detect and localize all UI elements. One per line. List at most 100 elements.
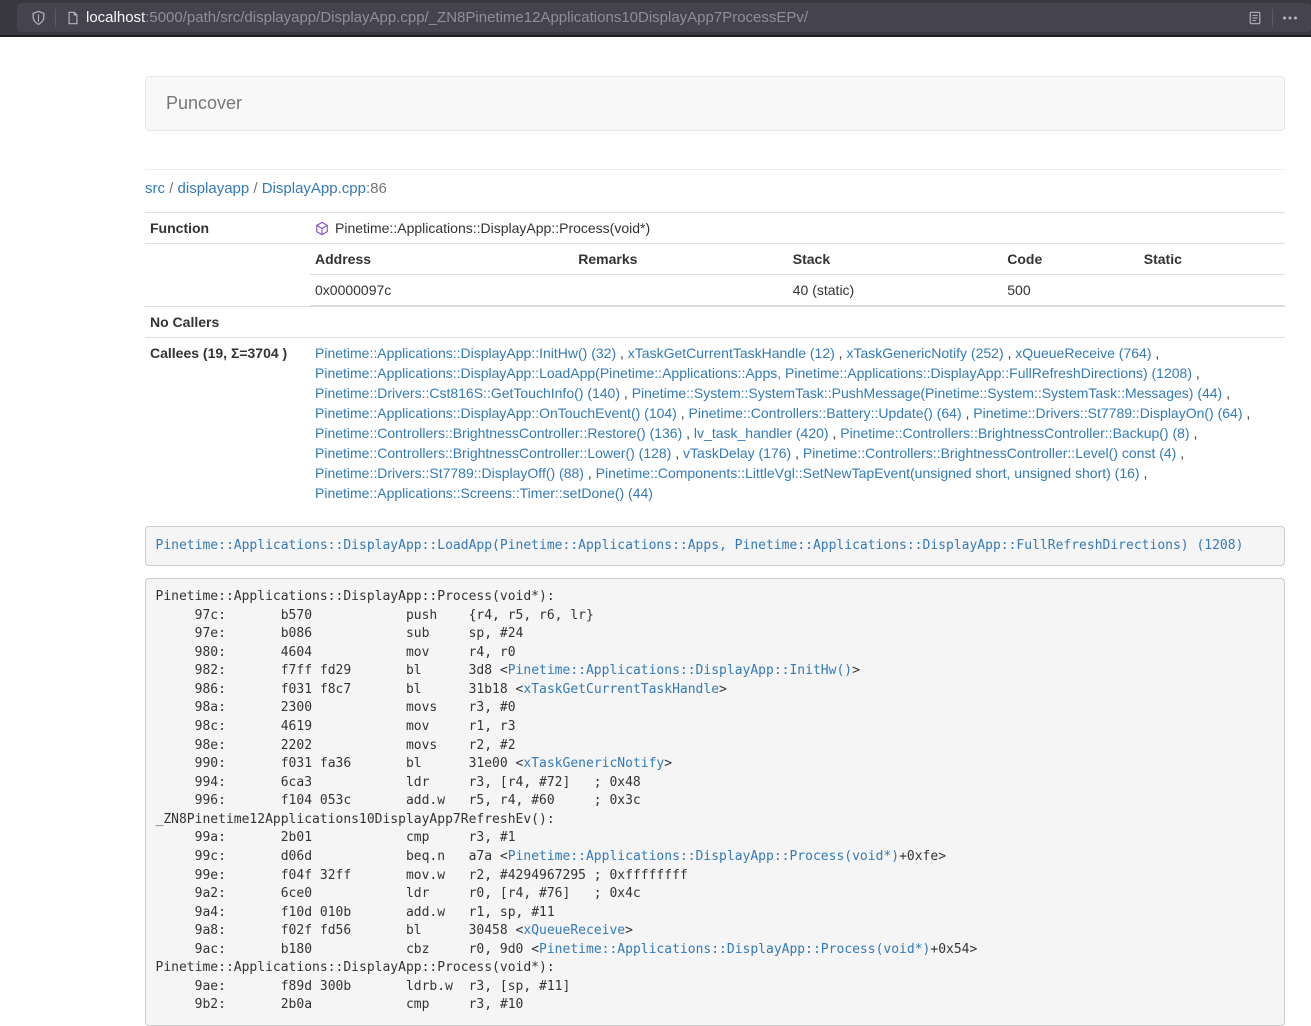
package-cube-icon <box>315 221 329 236</box>
code-line: 994: 6ca3 ldr r3, [r4, #72] ; 0x48 <box>156 774 1275 793</box>
callee-link[interactable]: Pinetime::Controllers::BrightnessControl… <box>315 445 671 461</box>
more-options-icon[interactable] <box>1277 4 1303 32</box>
callee-link[interactable]: xTaskGetCurrentTaskHandle (12) <box>628 345 835 361</box>
code-line: 9a8: f02f fd56 bl 30458 <xQueueReceive> <box>156 922 1275 941</box>
callee-link[interactable]: Pinetime::Applications::DisplayApp::OnTo… <box>315 405 677 421</box>
page-container: Puncover src / displayapp / DisplayApp.c… <box>145 76 1285 1026</box>
puncover-brand[interactable]: Puncover <box>146 77 257 130</box>
code-text: > <box>852 663 860 678</box>
code-line: 9a2: 6ce0 ldr r0, [r4, #76] ; 0x4c <box>156 885 1275 904</box>
app-navbar: Puncover <box>145 76 1285 131</box>
code-symbol-link[interactable]: xTaskGenericNotify <box>523 756 664 771</box>
callee-separator: , <box>791 445 803 461</box>
callee-link[interactable]: xTaskGenericNotify (252) <box>846 345 1003 361</box>
stats-row: AddressRemarksStackCodeStatic 0x0000097c… <box>145 244 1285 307</box>
stat-value-static <box>1139 275 1285 306</box>
code-text: 996: f104 053c add.w r5, r4, #60 ; 0x3c <box>156 793 641 808</box>
callee-link[interactable]: Pinetime::Drivers::St7789::DisplayOn() (… <box>973 405 1242 421</box>
code-line: 97c: b570 push {r4, r5, r6, lr} <box>156 607 1275 626</box>
callee-link[interactable]: Pinetime::Controllers::BrightnessControl… <box>315 425 682 441</box>
reader-view-icon[interactable] <box>1242 4 1268 32</box>
callees-row: Callees (19, Σ=3704 ) Pinetime::Applicat… <box>145 338 1285 509</box>
code-text: 99c: d06d beq.n a7a < <box>156 849 508 864</box>
highlighted-callee-box: Pinetime::Applications::DisplayApp::Load… <box>145 526 1285 566</box>
url-bar[interactable]: localhost:5000/path/src/displayapp/Displ… <box>17 3 1311 32</box>
breadcrumb-separator: / <box>249 180 262 197</box>
callee-separator: , <box>1151 345 1159 361</box>
callee-link[interactable]: Pinetime::Applications::Screens::Timer::… <box>315 485 653 501</box>
callee-link[interactable]: Pinetime::Controllers::Battery::Update()… <box>689 405 962 421</box>
stats-value-row: 0x0000097c40 (static)500 <box>310 275 1285 306</box>
code-text: _ZN8Pinetime12Applications10DisplayApp7R… <box>156 812 555 827</box>
callee-link[interactable]: Pinetime::Applications::DisplayApp::Init… <box>315 345 616 361</box>
code-line: 990: f031 fa36 bl 31e00 <xTaskGenericNot… <box>156 755 1275 774</box>
breadcrumb-link[interactable]: DisplayApp.cpp <box>262 180 366 197</box>
code-text: +0x54> <box>930 942 977 957</box>
callee-link[interactable]: xQueueReceive (764) <box>1015 345 1151 361</box>
code-text: Pinetime::Applications::DisplayApp::Proc… <box>156 960 555 975</box>
callees-label: Callees (19, Σ=3704 ) <box>145 338 310 509</box>
code-text: 990: f031 fa36 bl 31e00 < <box>156 756 524 771</box>
code-text: 982: f7ff fd29 bl 3d8 < <box>156 663 508 678</box>
browser-toolbar: localhost:5000/path/src/displayapp/Displ… <box>0 0 1311 37</box>
callee-separator: , <box>962 405 974 421</box>
code-symbol-link[interactable]: xTaskGetCurrentTaskHandle <box>523 682 719 697</box>
code-text: 9a4: f10d 010b add.w r1, sp, #11 <box>156 905 555 920</box>
code-line: 996: f104 053c add.w r5, r4, #60 ; 0x3c <box>156 792 1275 811</box>
breadcrumb-line-number: :86 <box>366 180 387 197</box>
callee-link[interactable]: lv_task_handler (420) <box>694 425 829 441</box>
code-line: 9ac: b180 cbz r0, 9d0 <Pinetime::Applica… <box>156 941 1275 960</box>
code-line: 9a4: f10d 010b add.w r1, sp, #11 <box>156 904 1275 923</box>
callee-link[interactable]: Pinetime::Components::LittleVgl::SetNewT… <box>596 465 1140 481</box>
code-text: 980: 4604 mov r4, r0 <box>156 645 516 660</box>
code-text: 99e: f04f 32ff mov.w r2, #4294967295 ; 0… <box>156 868 688 883</box>
code-symbol-link[interactable]: Pinetime::Applications::DisplayApp::Proc… <box>508 849 899 864</box>
code-line: 99c: d06d beq.n a7a <Pinetime::Applicati… <box>156 848 1275 867</box>
code-text: > <box>625 923 633 938</box>
callee-separator: , <box>1004 345 1016 361</box>
callee-link[interactable]: Pinetime::Drivers::Cst816S::GetTouchInfo… <box>315 385 620 401</box>
code-line: 98c: 4619 mov r1, r3 <box>156 718 1275 737</box>
callee-separator: , <box>829 425 841 441</box>
no-callers-row: No Callers <box>145 307 1285 338</box>
callee-link[interactable]: Pinetime::Controllers::BrightnessControl… <box>803 445 1176 461</box>
code-text: Pinetime::Applications::DisplayApp::Proc… <box>156 589 555 604</box>
highlighted-callee-link[interactable]: Pinetime::Applications::DisplayApp::Load… <box>156 538 1244 553</box>
toolbar-separator <box>55 9 56 27</box>
url-text[interactable]: localhost:5000/path/src/displayapp/Displ… <box>86 9 1242 26</box>
code-line: 986: f031 f8c7 bl 31b18 <xTaskGetCurrent… <box>156 681 1275 700</box>
code-symbol-link[interactable]: xQueueReceive <box>523 923 625 938</box>
code-symbol-link[interactable]: Pinetime::Applications::DisplayApp::Init… <box>508 663 852 678</box>
callee-link[interactable]: Pinetime::Controllers::BrightnessControl… <box>840 425 1189 441</box>
column-header-remarks: Remarks <box>573 244 788 275</box>
callee-separator: , <box>616 345 628 361</box>
breadcrumb-link[interactable]: src <box>145 180 165 197</box>
code-text: 9a8: f02f fd56 bl 30458 < <box>156 923 524 938</box>
callees-list: Pinetime::Applications::DisplayApp::Init… <box>310 338 1285 509</box>
callee-separator: , <box>835 345 847 361</box>
callee-separator: , <box>1222 385 1230 401</box>
code-line: 9ae: f89d 300b ldrb.w r3, [sp, #11] <box>156 978 1275 997</box>
shield-icon[interactable] <box>25 4 51 32</box>
divider <box>145 169 1285 170</box>
callee-link[interactable]: Pinetime::System::SystemTask::PushMessag… <box>632 385 1223 401</box>
callee-link[interactable]: Pinetime::Drivers::St7789::DisplayOff() … <box>315 465 584 481</box>
callee-link[interactable]: vTaskDelay (176) <box>683 445 791 461</box>
callee-link[interactable]: Pinetime::Applications::DisplayApp::Load… <box>315 365 1192 381</box>
code-line: 9b2: 2b0a cmp r3, #10 <box>156 996 1275 1015</box>
page-icon[interactable] <box>60 4 86 32</box>
function-label: Function <box>145 213 310 244</box>
code-text: 986: f031 f8c7 bl 31b18 < <box>156 682 524 697</box>
code-text: +0xfe> <box>899 849 946 864</box>
code-symbol-link[interactable]: Pinetime::Applications::DisplayApp::Proc… <box>539 942 930 957</box>
callee-separator: , <box>620 385 632 401</box>
code-line: Pinetime::Applications::DisplayApp::Proc… <box>156 959 1275 978</box>
callee-separator: , <box>671 445 683 461</box>
breadcrumb-link[interactable]: displayapp <box>178 180 250 197</box>
code-text: 98c: 4619 mov r1, r3 <box>156 719 516 734</box>
code-line: 980: 4604 mov r4, r0 <box>156 644 1275 663</box>
function-row: Function Pinetime::Applications::Display… <box>145 213 1285 244</box>
code-text: 98a: 2300 movs r3, #0 <box>156 700 516 715</box>
stat-value-code: 500 <box>1002 275 1139 306</box>
code-line: 99e: f04f 32ff mov.w r2, #4294967295 ; 0… <box>156 867 1275 886</box>
